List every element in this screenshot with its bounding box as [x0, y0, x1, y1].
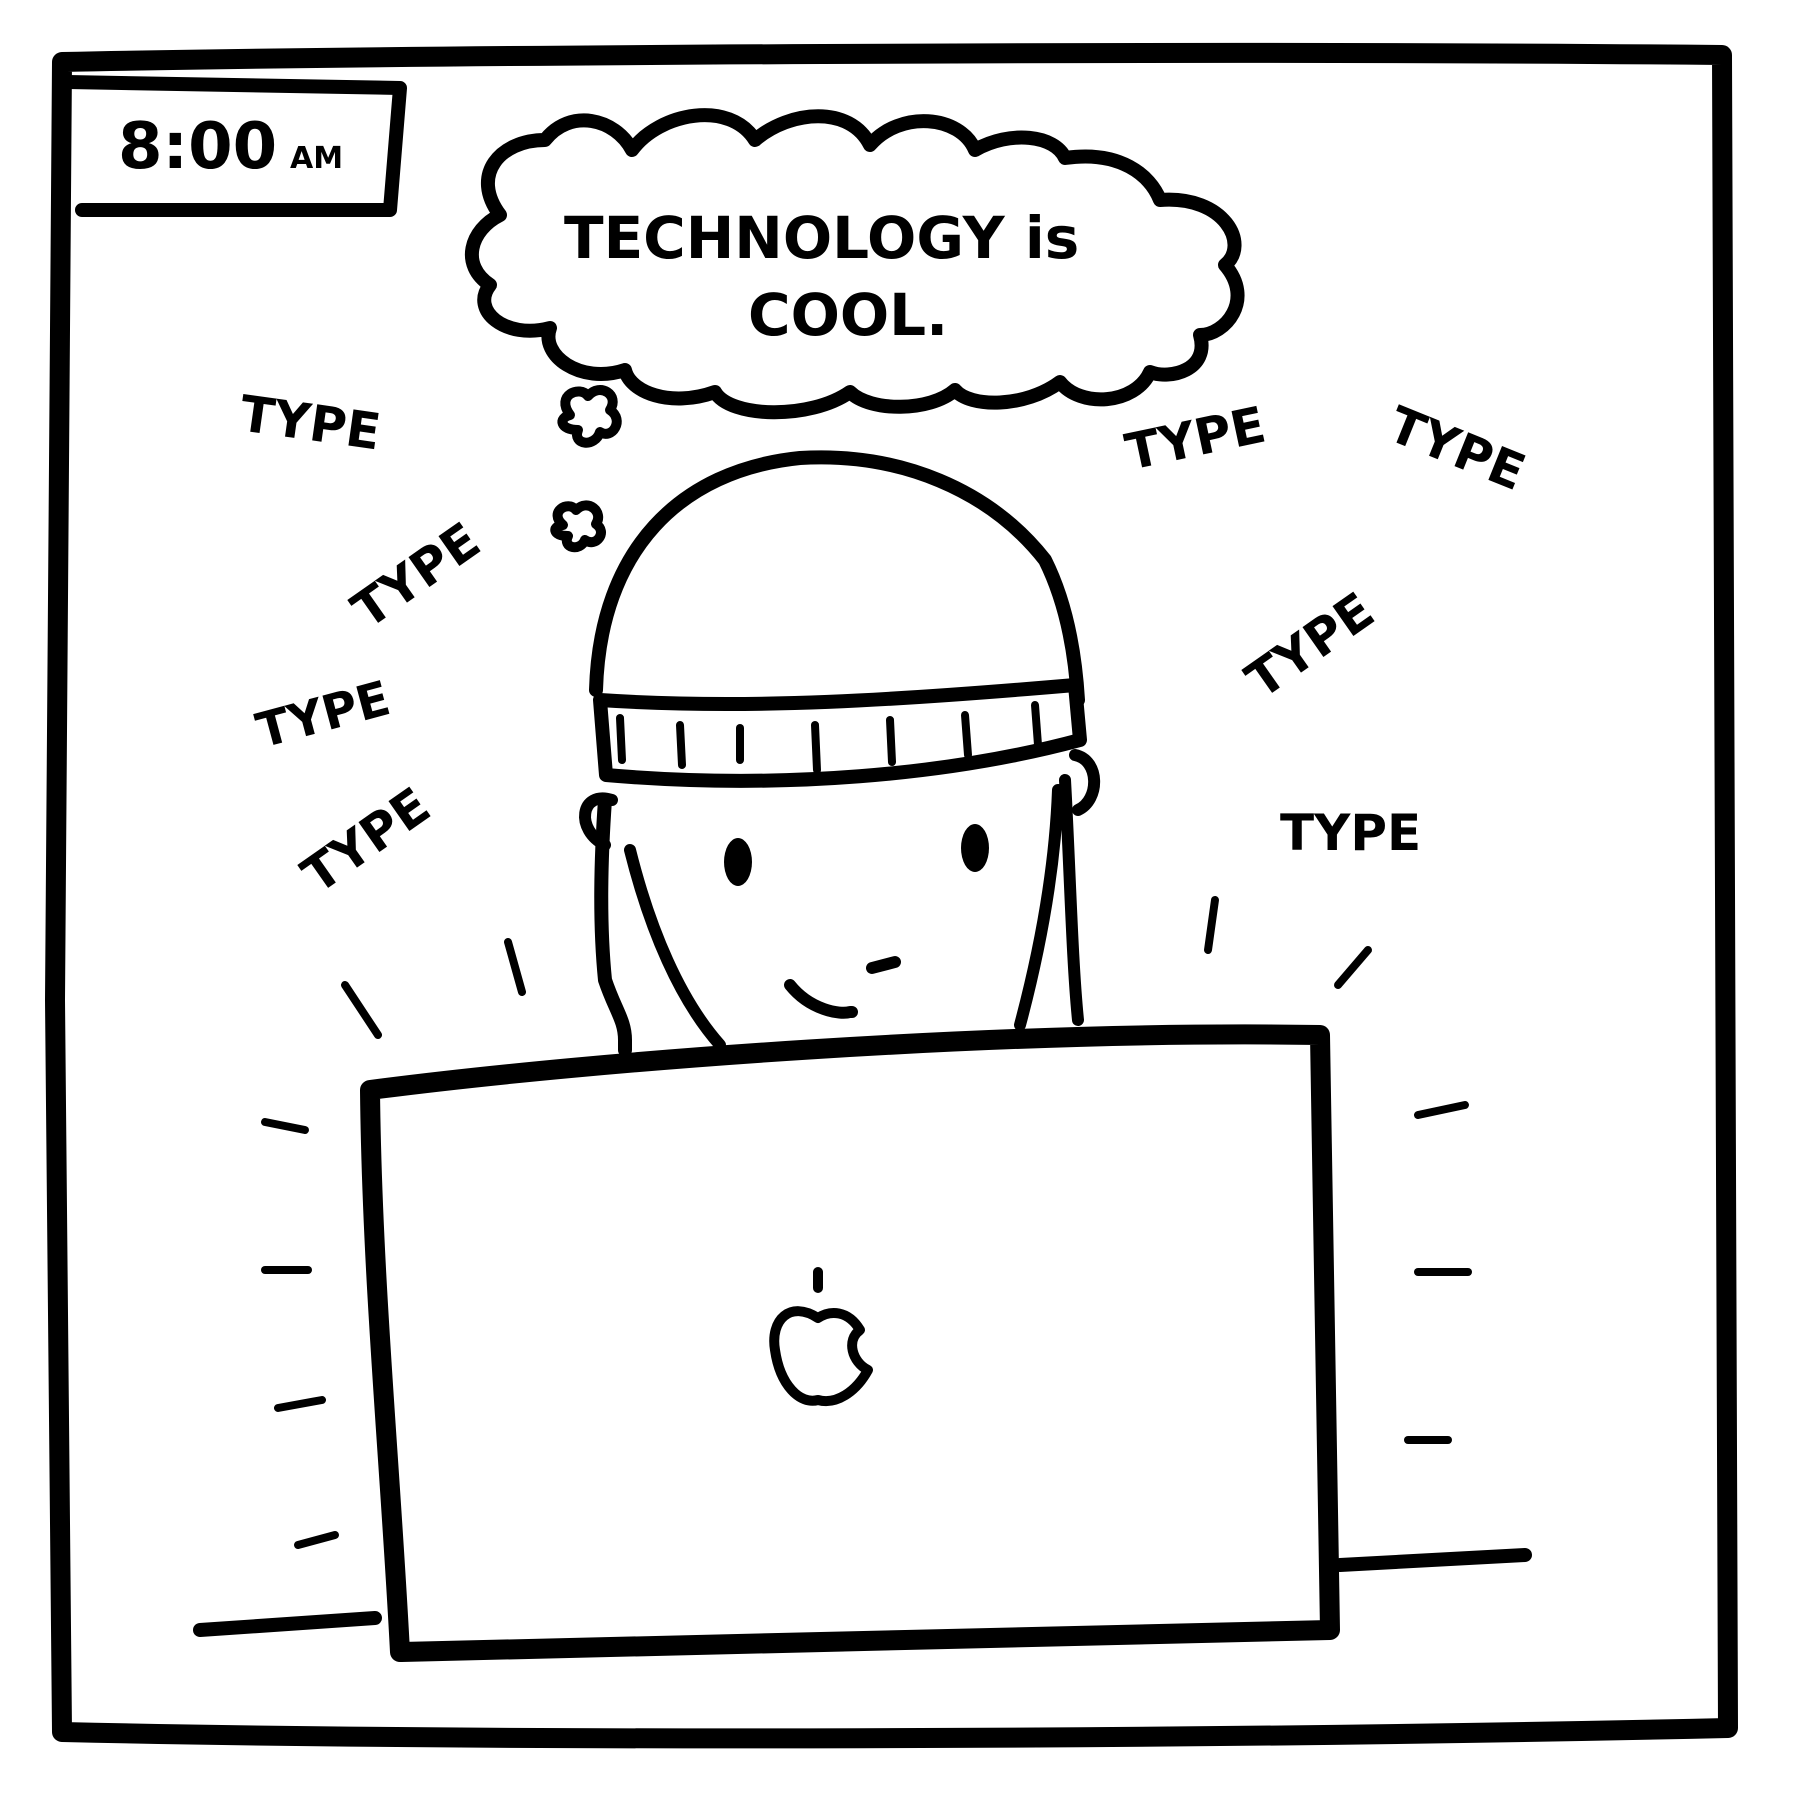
- cheek-mark: [866, 956, 901, 974]
- sound-effect-type-4: TYPE: [292, 776, 441, 904]
- sound-effect-type-1: TYPE: [236, 384, 384, 461]
- eye-right: [961, 824, 989, 872]
- table-edge-right: [1333, 1548, 1532, 1572]
- hair-right: [1059, 774, 1084, 1026]
- beanie-cuff: [593, 678, 1087, 788]
- sound-effect-type-7: TYPE: [1236, 581, 1385, 709]
- thought-bubble-puff-large: [557, 385, 622, 448]
- table-edge-left: [193, 1611, 382, 1637]
- ear-right: [1069, 749, 1101, 816]
- sound-effect-type-6: TYPE: [1381, 395, 1534, 502]
- hair-left: [594, 793, 632, 1057]
- timestamp-meridiem: AM: [290, 141, 343, 176]
- sound-effect-type-2: TYPE: [342, 511, 491, 639]
- beanie-dome: [589, 450, 1085, 707]
- sound-effect-type-8: TYPE: [1280, 804, 1421, 862]
- thought-bubble: TECHNOLOGY is COOL.: [465, 108, 1245, 553]
- apple-logo-icon: [769, 1267, 873, 1407]
- timestamp-box: 8:00 AM: [61, 75, 407, 217]
- apple-logo-body: [769, 1306, 873, 1407]
- comic-panel: 8:00 AM TECHNOLOGY is COOL. TYPE TYPE TY…: [45, 42, 1738, 1749]
- thought-bubble-line2: COOL.: [748, 281, 948, 349]
- motion-lines: [261, 896, 1472, 1549]
- eye-left: [724, 838, 752, 886]
- sound-effect-type-3: TYPE: [251, 670, 396, 759]
- smile: [784, 979, 858, 1019]
- laptop: [360, 1024, 1340, 1662]
- sound-effect-type-5: TYPE: [1120, 396, 1270, 482]
- timestamp-time: 8:00: [118, 110, 277, 184]
- character: [579, 450, 1101, 1057]
- thought-bubble-puff-small: [550, 500, 606, 553]
- hair-left-strand: [624, 844, 726, 1051]
- thought-bubble-line1: TECHNOLOGY is: [564, 204, 1079, 272]
- hair-right-strand: [1014, 784, 1064, 1031]
